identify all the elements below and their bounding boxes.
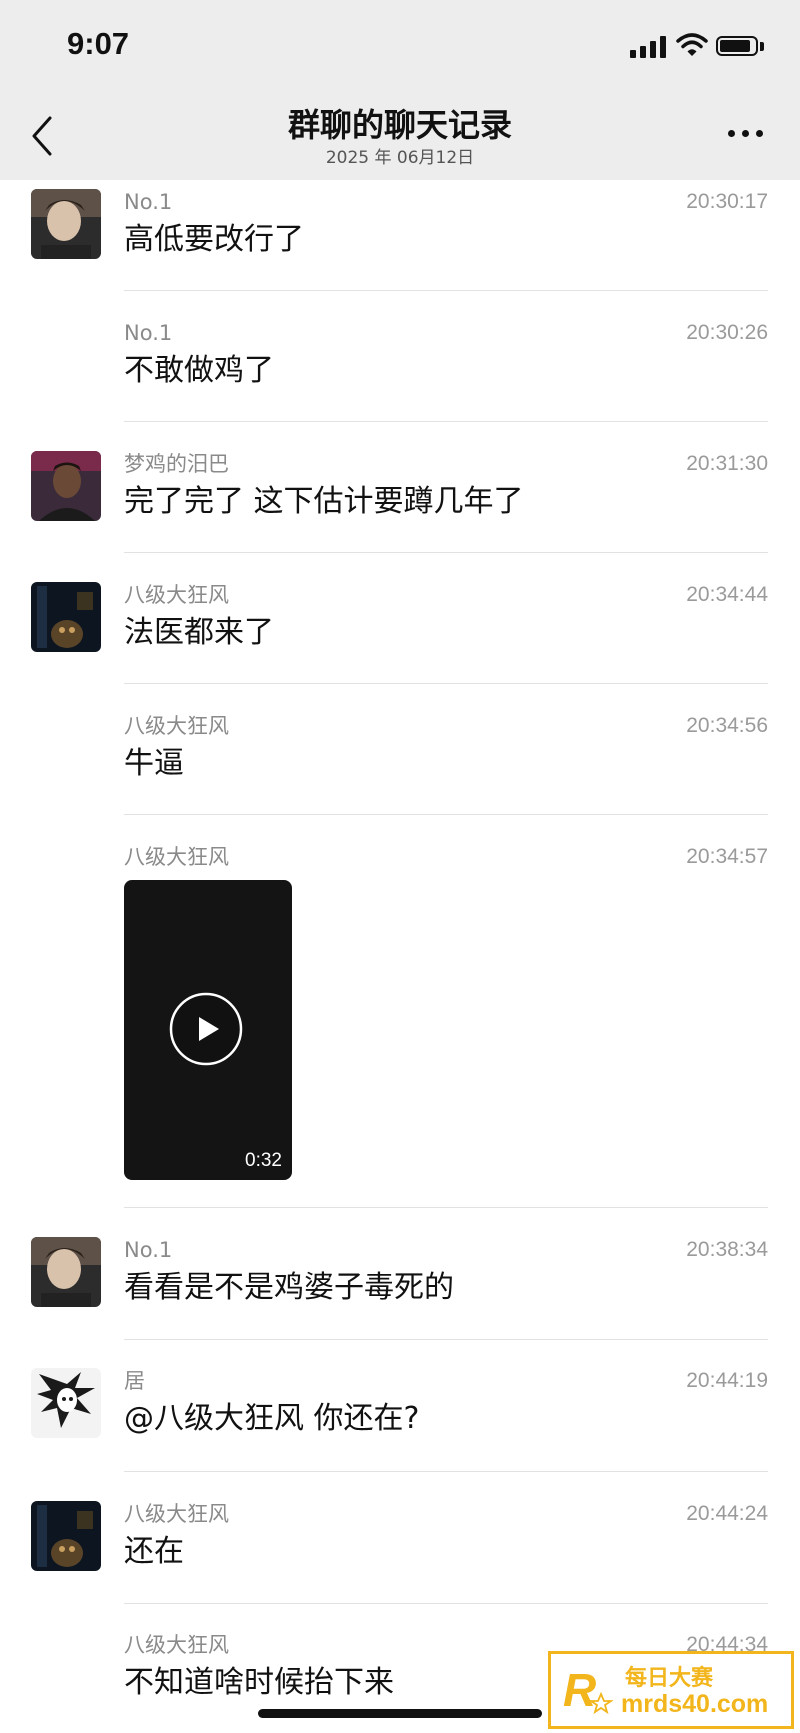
top-bar: 9:07 群聊的聊天记录 2025 年 06月12日 bbox=[0, 0, 800, 180]
avatar-photo-icon bbox=[31, 1368, 101, 1438]
svg-text:R: R bbox=[563, 1664, 596, 1716]
watermark-badge: R 每日大赛 mrds40.com bbox=[548, 1651, 794, 1729]
message-time: 20:31:30 bbox=[686, 452, 768, 475]
more-options-button[interactable] bbox=[725, 130, 765, 140]
divider bbox=[124, 1603, 768, 1604]
cellular-signal-icon bbox=[630, 36, 667, 58]
avatar-photo-icon bbox=[31, 1501, 101, 1571]
page-title: 群聊的聊天记录 bbox=[287, 106, 512, 144]
message-text: 看看是不是鸡婆子毒死的 bbox=[124, 1270, 454, 1305]
divider bbox=[124, 1207, 768, 1208]
message-text: @八级大狂风 你还在? bbox=[124, 1401, 420, 1436]
message-time: 20:38:34 bbox=[686, 1238, 768, 1261]
avatar-photo-icon bbox=[31, 582, 101, 652]
divider bbox=[124, 1339, 768, 1340]
message-time: 20:34:57 bbox=[686, 845, 768, 868]
divider bbox=[124, 290, 768, 291]
avatar-photo-icon bbox=[31, 189, 101, 259]
sender-name: 梦鸡的汨巴 bbox=[124, 452, 229, 476]
video-duration: 0:32 bbox=[245, 1150, 282, 1171]
wifi-icon bbox=[676, 33, 708, 56]
divider bbox=[124, 683, 768, 684]
message-time: 20:34:56 bbox=[686, 714, 768, 737]
status-time: 9:07 bbox=[67, 26, 130, 61]
message-text: 法医都来了 bbox=[124, 615, 274, 650]
divider bbox=[124, 1471, 768, 1472]
avatar[interactable] bbox=[31, 451, 101, 521]
message-time: 20:44:19 bbox=[686, 1369, 768, 1392]
battery-icon bbox=[716, 36, 766, 58]
message-text: 不知道啥时候抬下来 bbox=[124, 1665, 394, 1700]
message-time: 20:30:17 bbox=[686, 190, 768, 213]
home-indicator[interactable] bbox=[258, 1709, 542, 1718]
sender-name: 八级大狂风 bbox=[124, 583, 229, 607]
avatar[interactable] bbox=[31, 582, 101, 652]
page-subtitle-date: 2025 年 06月12日 bbox=[325, 148, 475, 168]
avatar-photo-icon bbox=[31, 1237, 101, 1307]
avatar-photo-icon bbox=[31, 451, 101, 521]
sender-name: No.1 bbox=[124, 321, 173, 345]
sender-name: 居 bbox=[124, 1369, 145, 1393]
message-time: 20:44:24 bbox=[686, 1502, 768, 1525]
watermark-brand: 每日大赛 bbox=[625, 1666, 714, 1691]
divider bbox=[124, 421, 768, 422]
sender-name: 八级大狂风 bbox=[124, 1502, 229, 1526]
message-text: 还在 bbox=[124, 1534, 184, 1569]
avatar[interactable] bbox=[31, 189, 101, 259]
avatar[interactable] bbox=[31, 1368, 101, 1438]
message-time: 20:30:26 bbox=[686, 321, 768, 344]
sender-name: No.1 bbox=[124, 1238, 173, 1262]
watermark-logo-icon: R bbox=[563, 1664, 613, 1716]
play-icon[interactable] bbox=[169, 992, 243, 1066]
sender-name: 八级大狂风 bbox=[124, 1633, 229, 1657]
avatar[interactable] bbox=[31, 1501, 101, 1571]
message-text: 牛逼 bbox=[124, 746, 184, 781]
sender-name: 八级大狂风 bbox=[124, 845, 229, 869]
divider bbox=[124, 552, 768, 553]
sender-name: 八级大狂风 bbox=[124, 714, 229, 738]
avatar[interactable] bbox=[31, 1237, 101, 1307]
watermark-url: mrds40.com bbox=[621, 1690, 769, 1718]
sender-name: No.1 bbox=[124, 190, 173, 214]
message-time: 20:34:44 bbox=[686, 583, 768, 606]
divider bbox=[124, 814, 768, 815]
message-text: 高低要改行了 bbox=[124, 222, 304, 257]
message-text: 不敢做鸡了 bbox=[124, 353, 274, 388]
message-text: 完了完了 这下估计要蹲几年了 bbox=[124, 484, 524, 519]
video-thumbnail[interactable]: 0:32 bbox=[124, 880, 292, 1180]
